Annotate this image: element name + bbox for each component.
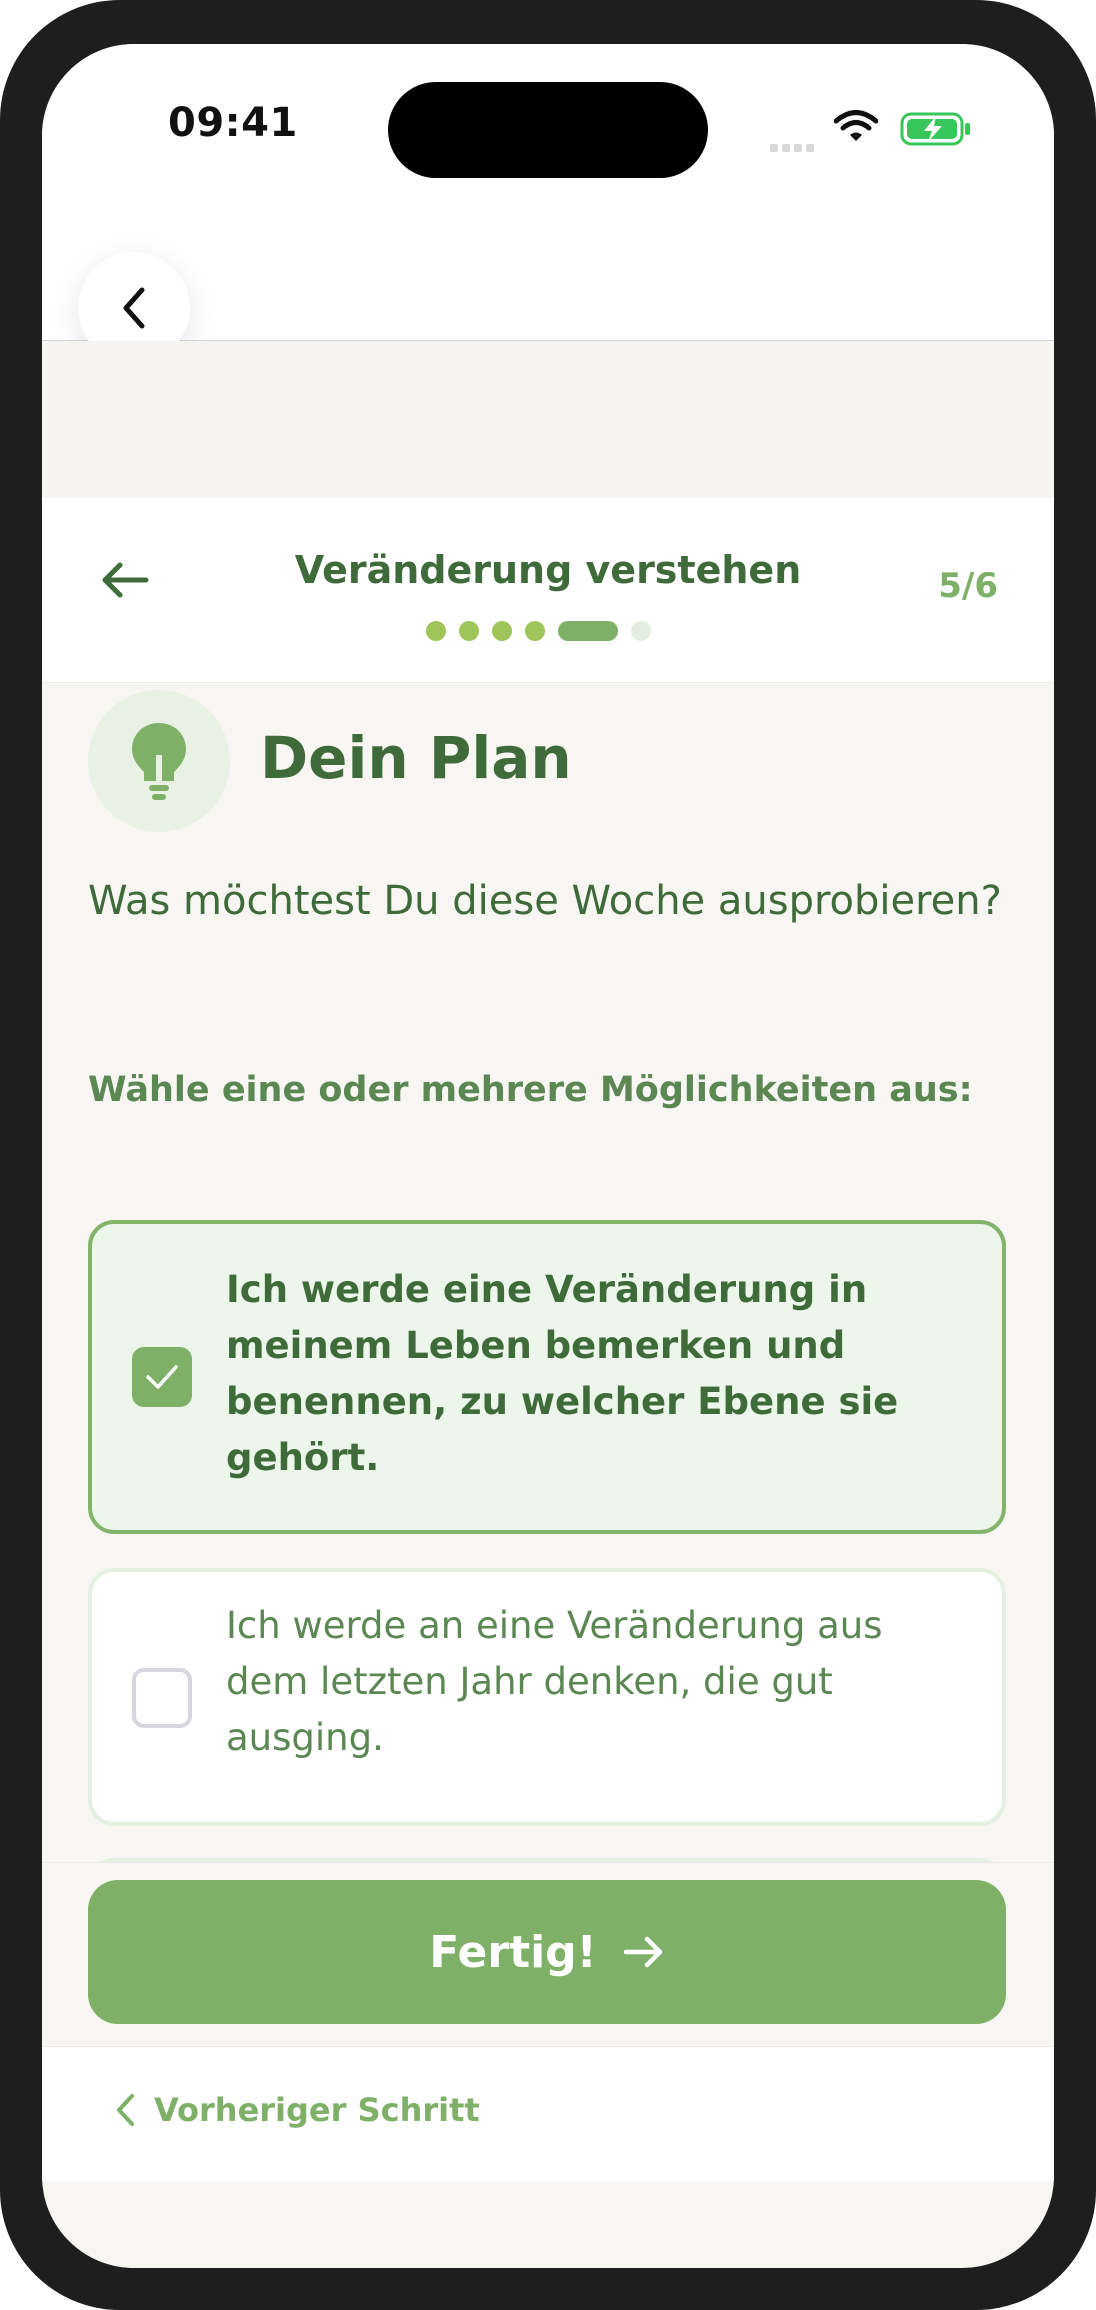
progress-dot [631, 621, 651, 641]
status-time: 09:41 [168, 100, 298, 146]
progress-dot [426, 621, 446, 641]
option-card-1[interactable]: Ich werde eine Veränderung in meinem Leb… [88, 1220, 1006, 1534]
progress-dot-current [558, 621, 618, 641]
lesson-title: Veränderung verstehen [294, 548, 802, 592]
chevron-left-icon [123, 287, 145, 329]
lesson-header: Veränderung verstehen 5/6 [42, 498, 1054, 683]
checkmark-icon [146, 1365, 178, 1389]
option-text: Ich werde eine Veränderung in meinem Leb… [226, 1268, 899, 1479]
arrow-left-icon [102, 562, 149, 598]
done-button[interactable]: Fertig! [88, 1880, 1006, 2024]
previous-step-label: Vorheriger Schritt [154, 2091, 480, 2129]
wifi-icon [833, 110, 879, 148]
done-button-label: Fertig! [429, 1926, 597, 1978]
top-navigation [42, 194, 1054, 364]
previous-step-link[interactable]: Vorheriger Schritt [114, 2091, 480, 2129]
checkbox-checked[interactable] [132, 1347, 192, 1407]
progress-dots [426, 621, 651, 641]
page-title: Dein Plan [260, 724, 572, 792]
step-counter: 5/6 [938, 566, 998, 606]
lesson-back-button[interactable] [100, 560, 150, 604]
dynamic-island [388, 82, 708, 178]
question-text: Was möchtest Du diese Woche ausprobieren… [88, 878, 1002, 924]
progress-dot [459, 621, 479, 641]
plan-icon-badge [88, 690, 230, 832]
option-text: Ich werde an eine Veränderung aus dem le… [226, 1604, 883, 1759]
device-frame: 09:41 Veränderung verstehen 5/6 Dein Pla… [0, 0, 1096, 2310]
lightbulb-icon [132, 723, 186, 800]
chevron-left-icon [117, 2094, 134, 2126]
screen: 09:41 Veränderung verstehen 5/6 Dein Pla… [42, 44, 1054, 2268]
status-bar: 09:41 [42, 44, 1054, 194]
footer: Vorheriger Schritt [42, 2046, 1054, 2181]
instruction-text: Wähle eine oder mehrere Möglichkeiten au… [88, 1070, 973, 1110]
battery-icon [900, 112, 972, 150]
arrow-right-icon [623, 1936, 662, 1968]
progress-dot [492, 621, 512, 641]
option-card-2[interactable]: Ich werde an eine Veränderung aus dem le… [88, 1568, 1006, 1826]
cellular-signal-icon [770, 137, 820, 152]
spacer-band [42, 341, 1054, 498]
checkbox-unchecked[interactable] [132, 1668, 192, 1728]
progress-dot [525, 621, 545, 641]
